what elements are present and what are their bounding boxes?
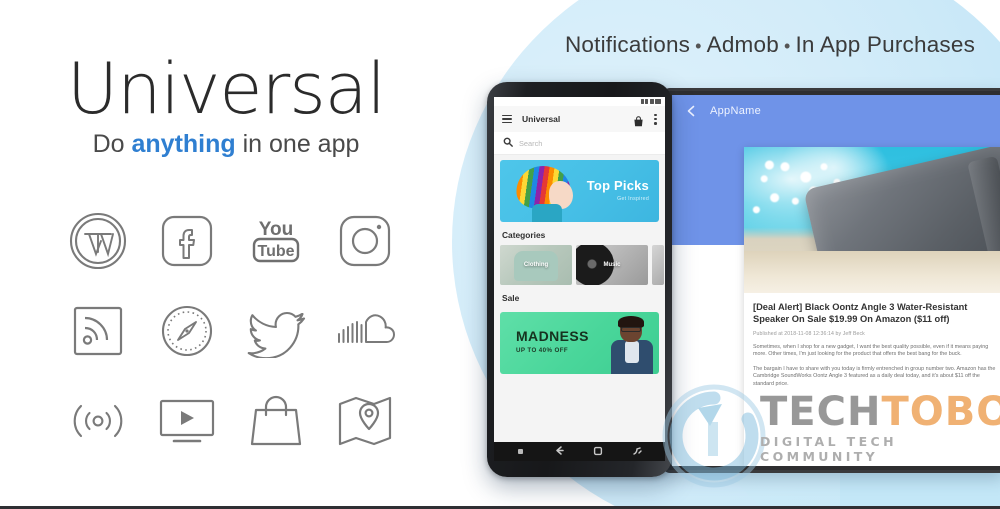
promo-banner-stage: Universal Do anything in one app You Tub…	[0, 0, 1000, 509]
phone-scroll-content[interactable]: Top Picks Get Inspired Categories Clothi…	[494, 155, 665, 442]
map-location-icon[interactable]	[332, 388, 398, 454]
broadcast-radio-icon[interactable]	[65, 388, 131, 454]
caption-item-iap: In App Purchases	[795, 32, 976, 57]
recycle-arrow-logo-icon	[660, 382, 768, 490]
rss-feed-icon[interactable]	[65, 298, 131, 364]
top-picks-title: Top Picks	[586, 178, 649, 193]
watermark: TECHTOBO DIGITAL TECH COMMUNITY	[660, 378, 1000, 493]
wordpress-icon[interactable]	[65, 208, 131, 274]
status-wifi-icon	[645, 99, 648, 104]
article-paragraph-1: Sometimes, when I shop for a new gadget,…	[753, 344, 989, 358]
phone-navigation-bar[interactable]	[494, 442, 665, 461]
hamburger-menu-icon[interactable]	[502, 114, 512, 124]
sale-headline: MADNESS	[516, 328, 589, 344]
status-network-icon	[649, 99, 654, 104]
subtitle-suffix: in one app	[235, 130, 360, 158]
rainbow-hair-model-graphic	[513, 163, 578, 222]
nav-home-icon[interactable]	[593, 443, 603, 461]
phone-screen: Universal Search Top Picks Get Inspired …	[494, 97, 665, 461]
nav-back-icon[interactable]	[554, 443, 565, 461]
category-label: Music	[603, 262, 621, 268]
tablet-app-title: AppName	[710, 105, 762, 117]
nav-notification-dot-icon[interactable]	[516, 443, 525, 461]
article-headline: [Deal Alert] Black Oontz Angle 3 Water-R…	[753, 302, 968, 324]
facebook-icon[interactable]	[154, 208, 220, 274]
category-card-music[interactable]: Music	[576, 245, 648, 285]
subtitle-prefix: Do	[92, 130, 132, 158]
shopping-bag-icon[interactable]	[633, 114, 644, 127]
video-player-icon[interactable]	[154, 388, 220, 454]
shopping-bag-icon[interactable]	[243, 388, 309, 454]
twitter-icon[interactable]	[243, 298, 309, 364]
top-picks-banner[interactable]: Top Picks Get Inspired	[500, 160, 659, 222]
nav-recents-icon[interactable]	[632, 443, 643, 461]
article-hero-image	[744, 147, 1000, 293]
article-byline: Published at 2018-11-08 12:36:14 by Jeff…	[753, 331, 865, 337]
svg-text:Tube: Tube	[257, 243, 294, 260]
left-panel: Universal Do anything in one app You Tub…	[0, 0, 452, 509]
watermark-brand-primary: TECH	[760, 389, 882, 435]
top-picks-subtitle: Get Inspired	[617, 196, 649, 202]
compass-safari-icon[interactable]	[154, 298, 220, 364]
sale-section-title: Sale	[502, 293, 520, 303]
watermark-brand: TECHTOBO	[760, 392, 1000, 432]
feature-caption: Notifications • Admob • In App Purchases	[540, 32, 1000, 58]
article-body: [Deal Alert] Black Oontz Angle 3 Water-R…	[744, 293, 1000, 388]
watermark-text: TECHTOBO DIGITAL TECH COMMUNITY	[760, 392, 1000, 464]
search-placeholder: Search	[519, 138, 543, 148]
caption-separator-1: •	[695, 35, 702, 56]
watermark-brand-secondary: TOBO	[881, 389, 1000, 435]
youtube-icon[interactable]: You Tube	[243, 208, 309, 274]
caption-separator-2: •	[783, 35, 791, 56]
instagram-icon[interactable]	[332, 208, 398, 274]
categories-section-title: Categories	[502, 230, 546, 240]
sale-banner[interactable]: MADNESS UP TO 40% OFF	[500, 312, 659, 374]
page-title: Universal	[66, 48, 386, 130]
category-card-next[interactable]	[652, 245, 664, 285]
back-arrow-icon[interactable]	[684, 104, 698, 118]
phone-status-bar	[494, 97, 665, 106]
category-card-clothing[interactable]: Clothing	[500, 245, 572, 285]
subtitle-accent-word: anything	[131, 130, 236, 158]
status-signal-icon	[640, 99, 644, 104]
caption-item-admob: Admob	[706, 32, 779, 57]
sale-model-graphic	[611, 316, 653, 374]
soundcloud-icon[interactable]	[332, 298, 398, 364]
page-subtitle: Do anything in one app	[0, 130, 452, 159]
phone-device-mockup: Universal Search Top Picks Get Inspired …	[487, 82, 672, 477]
phone-app-bar: Universal	[494, 106, 665, 132]
search-input[interactable]: Search	[494, 132, 665, 155]
caption-item-notifications: Notifications	[564, 32, 691, 57]
phone-app-title: Universal	[522, 114, 561, 124]
sale-subline: UP TO 40% OFF	[516, 347, 569, 354]
watermark-tagline: DIGITAL TECH COMMUNITY	[760, 434, 897, 464]
status-battery-icon	[655, 99, 661, 104]
svg-text:You: You	[259, 219, 293, 240]
category-label: Clothing	[523, 262, 549, 268]
kebab-menu-icon[interactable]	[654, 113, 657, 125]
search-icon	[503, 134, 513, 152]
categories-row[interactable]: Clothing Music	[494, 245, 665, 285]
sand-beach-graphic	[744, 251, 1000, 293]
feature-icon-grid: You Tube	[54, 196, 409, 466]
